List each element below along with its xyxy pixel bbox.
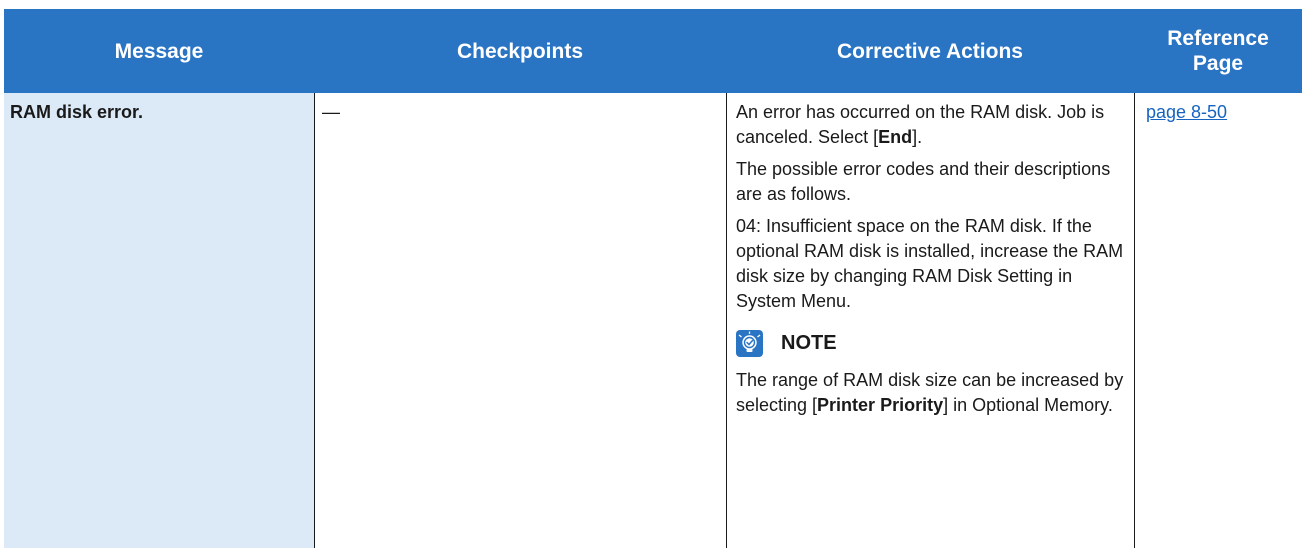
- message-cell: RAM disk error.: [4, 93, 314, 548]
- header-checkpoints: Checkpoints: [456, 39, 584, 63]
- note-text-end: ] in Optional Memory.: [943, 395, 1113, 415]
- printer-priority-label: Printer Priority: [817, 395, 944, 415]
- checkpoints-text: —: [322, 102, 340, 122]
- header-reference-line2: Page: [1192, 52, 1244, 75]
- table-row: RAM disk error. — An error has occurred …: [4, 93, 1302, 548]
- note-paragraph: The range of RAM disk size can be increa…: [736, 368, 1126, 418]
- note-heading: NOTE: [736, 328, 1126, 358]
- action-p1-close: ].: [912, 127, 923, 147]
- header-reference-page: Reference Page: [1134, 9, 1302, 93]
- table-header-row: Message Checkpoints Corrective Actions R…: [4, 9, 1302, 93]
- action-paragraph-3: 04: Insufficient space on the RAM disk. …: [736, 216, 1124, 311]
- header-message: Message: [114, 39, 204, 63]
- checkpoints-cell: —: [314, 93, 726, 548]
- header-reference-line1: Reference: [1167, 27, 1269, 50]
- action-paragraph-1: An error has occurred on the RAM disk. J…: [736, 100, 1126, 150]
- end-key-label: End: [878, 127, 913, 147]
- reference-cell: page 8-50: [1134, 93, 1302, 548]
- error-message-table: Message Checkpoints Corrective Actions R…: [4, 9, 1302, 548]
- header-corrective-actions: Corrective Actions: [837, 39, 1023, 63]
- corrective-actions-cell: An error has occurred on the RAM disk. J…: [726, 93, 1134, 548]
- lightbulb-note-icon: [736, 329, 763, 357]
- message-text: RAM disk error.: [10, 102, 144, 122]
- action-paragraph-2: The possible error codes and their descr…: [736, 159, 1111, 204]
- note-label: NOTE: [781, 331, 837, 354]
- reference-page-link[interactable]: page 8-50: [1146, 102, 1227, 122]
